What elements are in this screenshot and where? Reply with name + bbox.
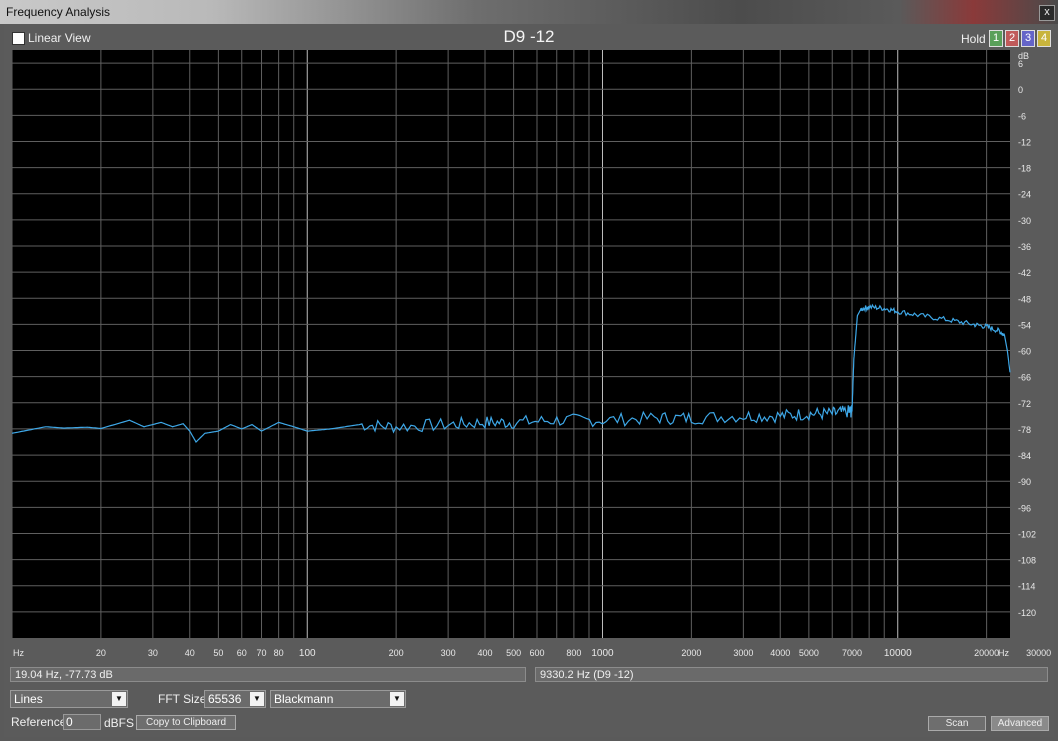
x-tick-label: 60 bbox=[237, 648, 247, 658]
x-tick-label: 20000 bbox=[974, 648, 999, 658]
x-unit-label: Hz bbox=[13, 648, 24, 658]
x-tick-label: 500 bbox=[506, 648, 521, 658]
y-tick-label: 0 bbox=[1018, 85, 1023, 95]
x-tick-label: 10000 bbox=[884, 648, 912, 659]
chart-title: D9 -12 bbox=[503, 27, 555, 46]
window-title: Frequency Analysis bbox=[6, 5, 111, 19]
advanced-button[interactable]: Advanced bbox=[991, 716, 1049, 731]
reference-label: Reference bbox=[11, 715, 67, 729]
y-tick-label: -120 bbox=[1018, 608, 1036, 618]
hold-label: Hold bbox=[961, 32, 986, 46]
close-button[interactable]: x bbox=[1039, 5, 1055, 21]
reference-input[interactable]: 0 bbox=[63, 714, 101, 730]
plot-mode-select[interactable]: Lines ▼ bbox=[10, 690, 128, 708]
y-tick-label: -78 bbox=[1018, 425, 1031, 435]
spectrum-plot[interactable]: 60 -6 -12 -18 -24 -30 -36 -42 -48 -54 -60 -66 -72 -78… bbox=[12, 50, 1052, 663]
y-tick-label: -60 bbox=[1018, 347, 1031, 357]
window-function-select[interactable]: Blackmann ▼ bbox=[270, 690, 406, 708]
y-tick-label: -108 bbox=[1018, 556, 1036, 566]
plot-background bbox=[12, 50, 1010, 638]
chevron-down-icon: ▼ bbox=[390, 692, 404, 706]
y-tick-label: -90 bbox=[1018, 477, 1031, 487]
y-tick-label: -72 bbox=[1018, 399, 1031, 409]
y-tick-label: -66 bbox=[1018, 373, 1031, 383]
x-tick-label: 3000 bbox=[733, 648, 753, 658]
chevron-down-icon: ▼ bbox=[250, 692, 264, 706]
x-tick-label: 4000 bbox=[770, 648, 790, 658]
fft-size-select[interactable]: 65536 ▼ bbox=[204, 690, 266, 708]
x-unit-label: Hz bbox=[998, 648, 1009, 658]
peak-readout: 9330.2 Hz (D9 -12) bbox=[535, 667, 1048, 682]
x-tick-label: 200 bbox=[389, 648, 404, 658]
y-tick-label: -102 bbox=[1018, 529, 1036, 539]
chart-header: Linear View D9 -12 Hold 1 2 3 4 bbox=[4, 24, 1054, 50]
y-tick-label: -48 bbox=[1018, 294, 1031, 304]
x-tick-label: 20 bbox=[96, 648, 106, 658]
y-tick-label: -30 bbox=[1018, 216, 1031, 226]
chevron-down-icon: ▼ bbox=[112, 692, 126, 706]
y-unit-label: dB bbox=[1018, 51, 1029, 61]
hold-button-4[interactable]: 4 bbox=[1037, 30, 1051, 47]
window-function-value: Blackmann bbox=[274, 692, 334, 706]
x-tick-label: 400 bbox=[477, 648, 492, 658]
y-tick-label: -6 bbox=[1018, 111, 1026, 121]
x-tick-label: 600 bbox=[529, 648, 544, 658]
copy-to-clipboard-button[interactable]: Copy to Clipboard bbox=[136, 715, 236, 730]
x-tick-label: 30 bbox=[148, 648, 158, 658]
y-tick-label: -12 bbox=[1018, 137, 1031, 147]
plot-mode-value: Lines bbox=[14, 692, 43, 706]
y-tick-label: -96 bbox=[1018, 503, 1031, 513]
y-tick-label: -54 bbox=[1018, 320, 1031, 330]
x-tick-label: 70 bbox=[257, 648, 267, 658]
x-tick-label: 30000 bbox=[1026, 648, 1051, 658]
hold-button-1[interactable]: 1 bbox=[989, 30, 1003, 47]
x-tick-label: 80 bbox=[274, 648, 284, 658]
x-tick-label: 50 bbox=[213, 648, 223, 658]
cursor-readout: 19.04 Hz, -77.73 dB bbox=[10, 667, 526, 682]
y-tick-label: -42 bbox=[1018, 268, 1031, 278]
y-tick-label: -84 bbox=[1018, 451, 1031, 461]
x-tick-label: 1000 bbox=[591, 648, 614, 659]
x-tick-label: 2000 bbox=[681, 648, 701, 658]
title-bar: Frequency Analysis x bbox=[0, 0, 1058, 24]
x-tick-label: 800 bbox=[566, 648, 581, 658]
y-tick-label: -24 bbox=[1018, 190, 1031, 200]
x-tick-label: 40 bbox=[185, 648, 195, 658]
y-tick-label: -36 bbox=[1018, 242, 1031, 252]
y-tick-label: -114 bbox=[1018, 582, 1035, 592]
x-tick-label: 300 bbox=[441, 648, 456, 658]
reference-unit: dBFS bbox=[104, 716, 135, 730]
y-tick-label: -18 bbox=[1018, 164, 1031, 174]
x-tick-label: 100 bbox=[299, 648, 316, 659]
x-tick-label: 5000 bbox=[799, 648, 819, 658]
fft-size-label: FFT Size bbox=[158, 692, 207, 706]
scan-button[interactable]: Scan bbox=[928, 716, 986, 731]
hold-button-2[interactable]: 2 bbox=[1005, 30, 1019, 47]
x-tick-label: 7000 bbox=[842, 648, 862, 658]
fft-size-value: 65536 bbox=[208, 692, 242, 706]
analysis-panel: Linear View D9 -12 Hold 1 2 3 4 6 0 -6 -12 -… bbox=[4, 24, 1054, 737]
hold-button-3[interactable]: 3 bbox=[1021, 30, 1035, 47]
